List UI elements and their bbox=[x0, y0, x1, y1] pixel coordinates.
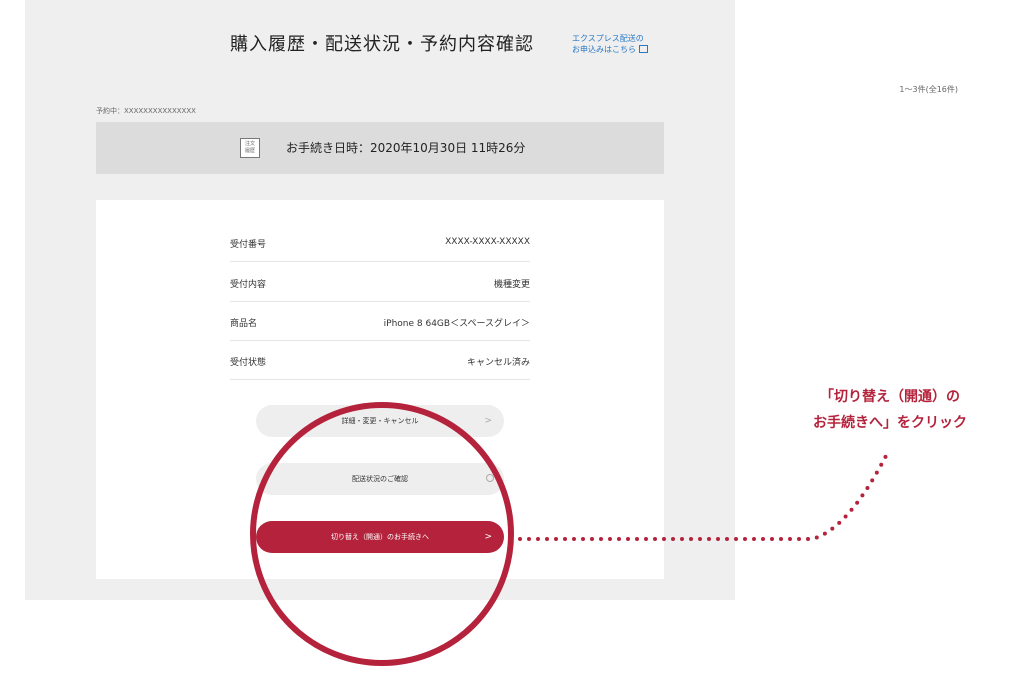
annotation-line2: お手続きへ」をクリック bbox=[813, 415, 967, 431]
annotation-callout: 「切り替え（開通）の お手続きへ」をクリック bbox=[770, 384, 1010, 436]
dotted-connector bbox=[518, 450, 890, 541]
annotation-line1: 「切り替え（開通）の bbox=[820, 389, 960, 405]
